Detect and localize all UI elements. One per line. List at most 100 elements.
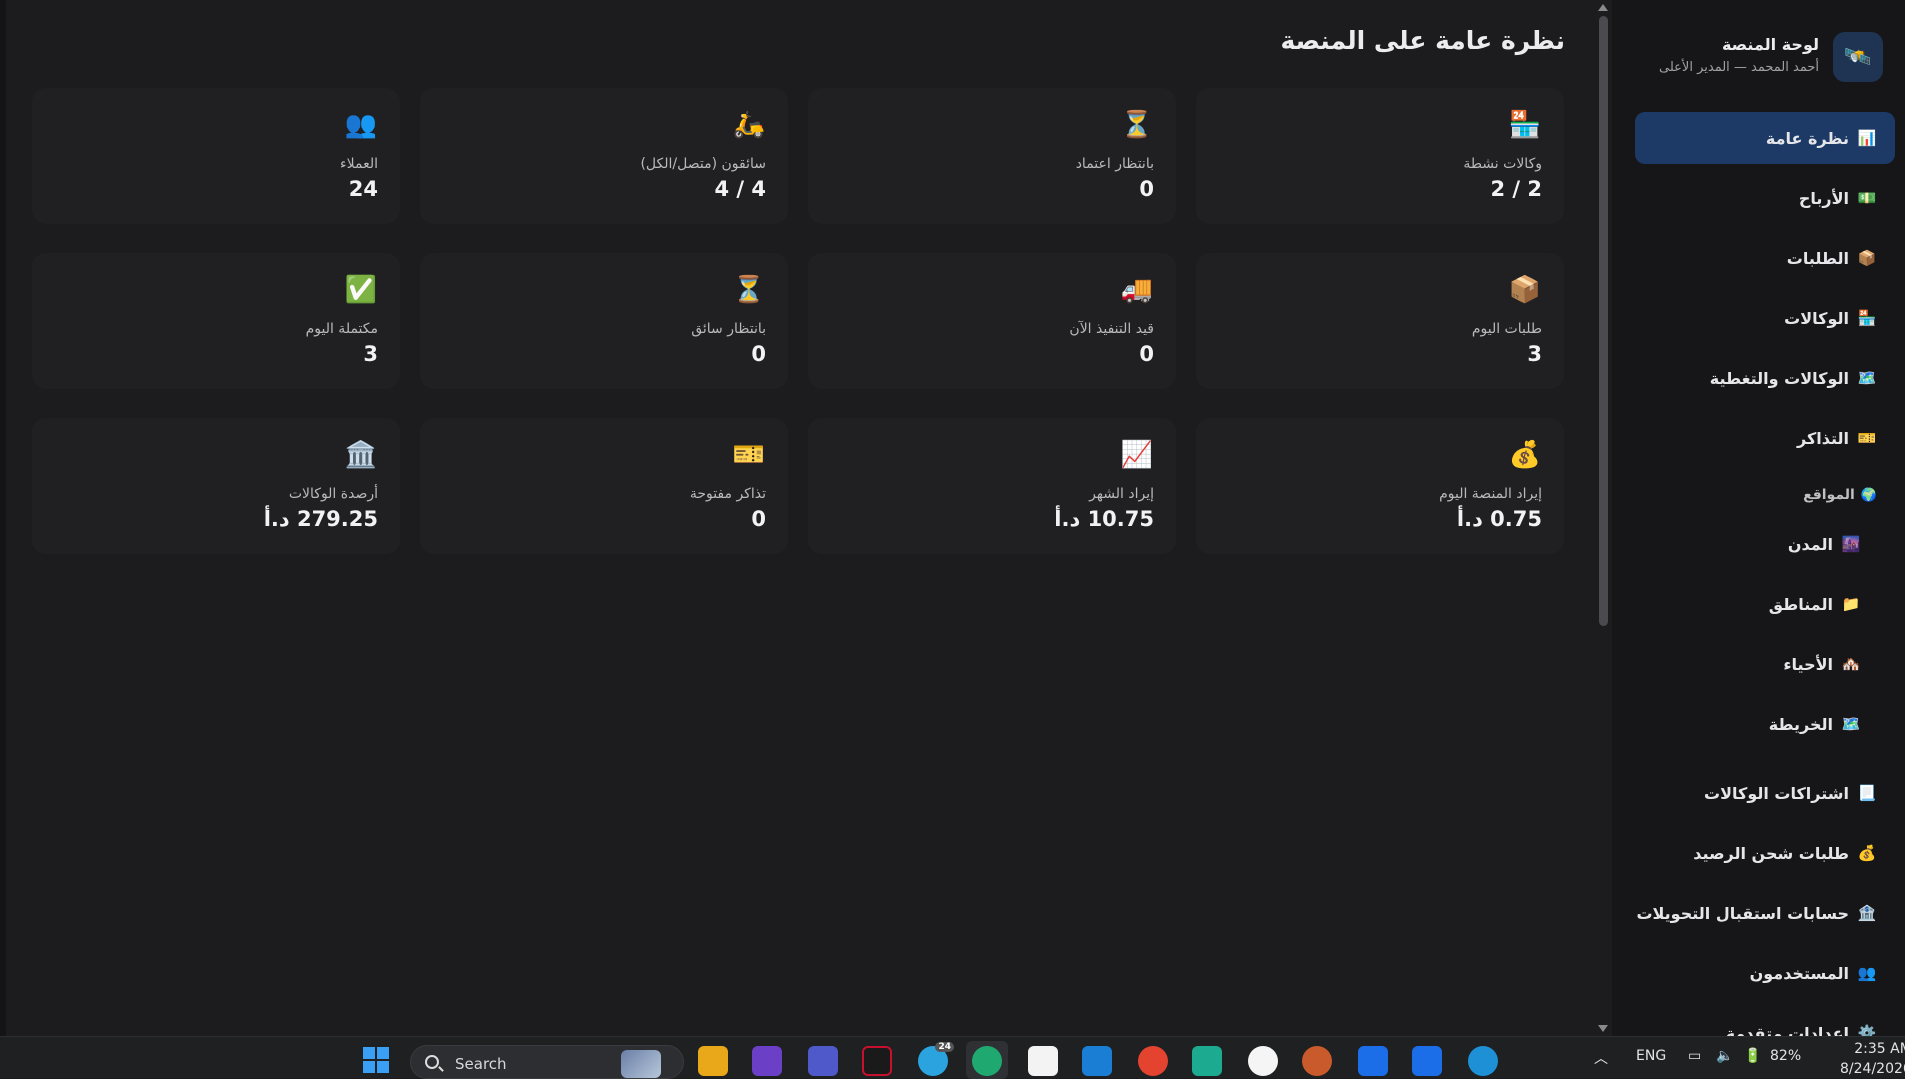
taskbar-clock[interactable]: 2:35 AM 8/24/2026 [1840, 1039, 1905, 1079]
claude-icon[interactable] [1302, 1046, 1332, 1076]
sidebar-item-label: المناطق [1768, 594, 1833, 614]
main-content: نظرة عامة على المنصة 🏪 وكالات نشطة 2 / 2… [6, 0, 1595, 1036]
stat-value: 0 [1139, 177, 1154, 201]
stat-value: 4 / 4 [714, 177, 766, 201]
sidebar: 🛰️ لوحة المنصة أحمد المحمد — المدير الأع… [1612, 0, 1905, 1036]
scroll-down-arrow-icon[interactable] [1598, 1025, 1608, 1032]
stat-value: 3 [363, 342, 378, 366]
sidebar-item-map[interactable]: 🗺️ الخريطة [1635, 698, 1895, 750]
sidebar-item-label: الوكالات [1784, 308, 1849, 328]
settings-app-icon[interactable] [1192, 1046, 1222, 1076]
stat-label: قيد التنفيذ الآن [1069, 321, 1154, 337]
app-window: نظرة عامة على المنصة 🏪 وكالات نشطة 2 / 2… [0, 0, 1905, 1036]
opera-icon[interactable] [862, 1046, 892, 1076]
stat-value: 0 [1139, 342, 1154, 366]
stat-card-awaiting-driver: ⏳ بانتظار سائق 0 [420, 253, 788, 389]
stat-value: 0.75 د.أ [1456, 507, 1542, 531]
sidebar-item-users[interactable]: 👥 المستخدمون [1635, 947, 1895, 999]
volume-icon[interactable]: 🔈 [1716, 1048, 1733, 1064]
telegram-icon[interactable]: 24 [918, 1042, 954, 1076]
visual-studio-icon[interactable] [752, 1046, 782, 1076]
chart-up-icon: 📈 [1120, 440, 1154, 470]
sidebar-item-label: المدن [1787, 534, 1833, 554]
docker-icon[interactable] [1468, 1046, 1498, 1076]
truck-icon: 🚚 [1120, 275, 1154, 305]
sidebar-item-agencies-coverage[interactable]: 🗺️ الوكالات والتغطية [1635, 352, 1895, 404]
houses-icon: 🏘️ [1841, 655, 1861, 673]
battery-percent: 82% [1770, 1048, 1802, 1064]
sidebar-item-agencies[interactable]: 🏪 الوكالات [1635, 292, 1895, 344]
monday-icon[interactable] [1358, 1046, 1388, 1076]
sidebar-item-orders[interactable]: 📦 الطلبات [1635, 232, 1895, 284]
sidebar-item-label: الوكالات والتغطية [1709, 368, 1849, 388]
brand-header: 🛰️ لوحة المنصة أحمد المحمد — المدير الأع… [1633, 30, 1883, 84]
stat-card-agency-balances: 🏛️ أرصدة الوكالات 279.25 د.أ [32, 418, 400, 554]
sidebar-item-label: الخريطة [1768, 714, 1833, 734]
microsoft-store-icon[interactable] [1028, 1046, 1058, 1076]
taskbar-search[interactable]: Search [410, 1045, 684, 1079]
network-icon[interactable]: ▭ [1688, 1048, 1701, 1064]
ticket-icon: 🎫 [1857, 429, 1877, 447]
satellite-icon: 🛰️ [1833, 32, 1883, 82]
users-icon: 👥 [1857, 964, 1877, 982]
stat-label: العملاء [340, 156, 378, 172]
stat-label: تذاكر مفتوحة [689, 486, 766, 502]
stat-value: 10.75 د.أ [1054, 507, 1154, 531]
stat-label: بانتظار سائق [691, 321, 766, 337]
sidebar-item-cities[interactable]: 🌆 المدن [1635, 518, 1895, 570]
vscode-icon[interactable] [1082, 1046, 1112, 1076]
taskbar-search-placeholder: Search [455, 1055, 507, 1073]
chrome-icon[interactable] [1138, 1046, 1168, 1076]
check-icon: ✅ [344, 275, 378, 305]
sidebar-item-overview[interactable]: 📊 نظرة عامة [1635, 112, 1895, 164]
sidebar-item-profits[interactable]: 💵 الأرباح [1635, 172, 1895, 224]
sidebar-item-label: المستخدمون [1749, 963, 1849, 983]
language-indicator[interactable]: ENG [1636, 1048, 1666, 1064]
map-icon: 🗺️ [1857, 369, 1877, 387]
sidebar-item-tickets[interactable]: 🎫 التذاكر [1635, 412, 1895, 464]
file-explorer-icon[interactable] [698, 1046, 728, 1076]
sidebar-item-transfer-accounts[interactable]: 🏦 حسابات استقبال التحويلات [1635, 887, 1895, 939]
page-title: نظرة عامة على المنصة [1280, 26, 1565, 55]
app-icon[interactable] [1248, 1046, 1278, 1076]
bar-chart-icon: 📊 [1857, 129, 1877, 147]
stat-label: بانتظار اعتماد [1075, 156, 1154, 172]
windows-start-icon[interactable] [363, 1047, 389, 1073]
stat-card-drivers: 🛵 سائقون (متصل/الكل) 4 / 4 [420, 88, 788, 224]
city-icon: 🌆 [1841, 535, 1861, 553]
stat-value: 24 [348, 177, 378, 201]
package-icon: 📦 [1857, 249, 1877, 267]
sidebar-item-label: حسابات استقبال التحويلات [1636, 903, 1849, 923]
scooter-icon: 🛵 [732, 110, 766, 140]
gear-icon: ⚙️ [1857, 1024, 1877, 1036]
users-icon: 👥 [344, 110, 378, 140]
sidebar-item-subscriptions[interactable]: 📃 اشتراكات الوكالات [1635, 767, 1895, 819]
tray-chevron-icon[interactable]: ︿ [1594, 1048, 1608, 1068]
stat-label: وكالات نشطة [1463, 156, 1542, 172]
stat-card-customers: 👥 العملاء 24 [32, 88, 400, 224]
teams-icon[interactable] [808, 1046, 838, 1076]
stat-value: 2 / 2 [1490, 177, 1542, 201]
sidebar-item-advanced-settings[interactable]: ⚙️ إعدادات متقدمة [1635, 1007, 1895, 1037]
bank-icon: 🏦 [1857, 904, 1877, 922]
battery-icon[interactable]: 🔋 [1744, 1048, 1761, 1064]
scroll-up-arrow-icon[interactable] [1598, 4, 1608, 11]
scroll-thumb[interactable] [1599, 16, 1608, 626]
sidebar-item-topup-requests[interactable]: 💰 طلبات شحن الرصيد [1635, 827, 1895, 879]
stat-label: طلبات اليوم [1471, 321, 1542, 337]
hourglass-icon: ⏳ [1120, 110, 1154, 140]
bank-icon: 🏛️ [344, 440, 378, 470]
main-scrollbar[interactable] [1595, 0, 1612, 1036]
brand-title: لوحة المنصة [1721, 35, 1819, 54]
sidebar-item-label: طلبات شحن الرصيد [1693, 843, 1849, 863]
stat-card-open-tickets: 🎫 تذاكر مفتوحة 0 [420, 418, 788, 554]
stat-card-active-agencies: 🏪 وكالات نشطة 2 / 2 [1196, 88, 1564, 224]
sidebar-item-regions[interactable]: 📁 المناطق [1635, 578, 1895, 630]
document-icon: 📃 [1857, 784, 1877, 802]
edge-icon[interactable] [972, 1046, 1002, 1076]
money-bag-icon: 💰 [1857, 844, 1877, 862]
sidebar-item-neighborhoods[interactable]: 🏘️ الأحياء [1635, 638, 1895, 690]
map-icon: 🗺️ [1841, 715, 1861, 733]
search-icon [425, 1055, 439, 1069]
monday-icon-2[interactable] [1412, 1046, 1442, 1076]
